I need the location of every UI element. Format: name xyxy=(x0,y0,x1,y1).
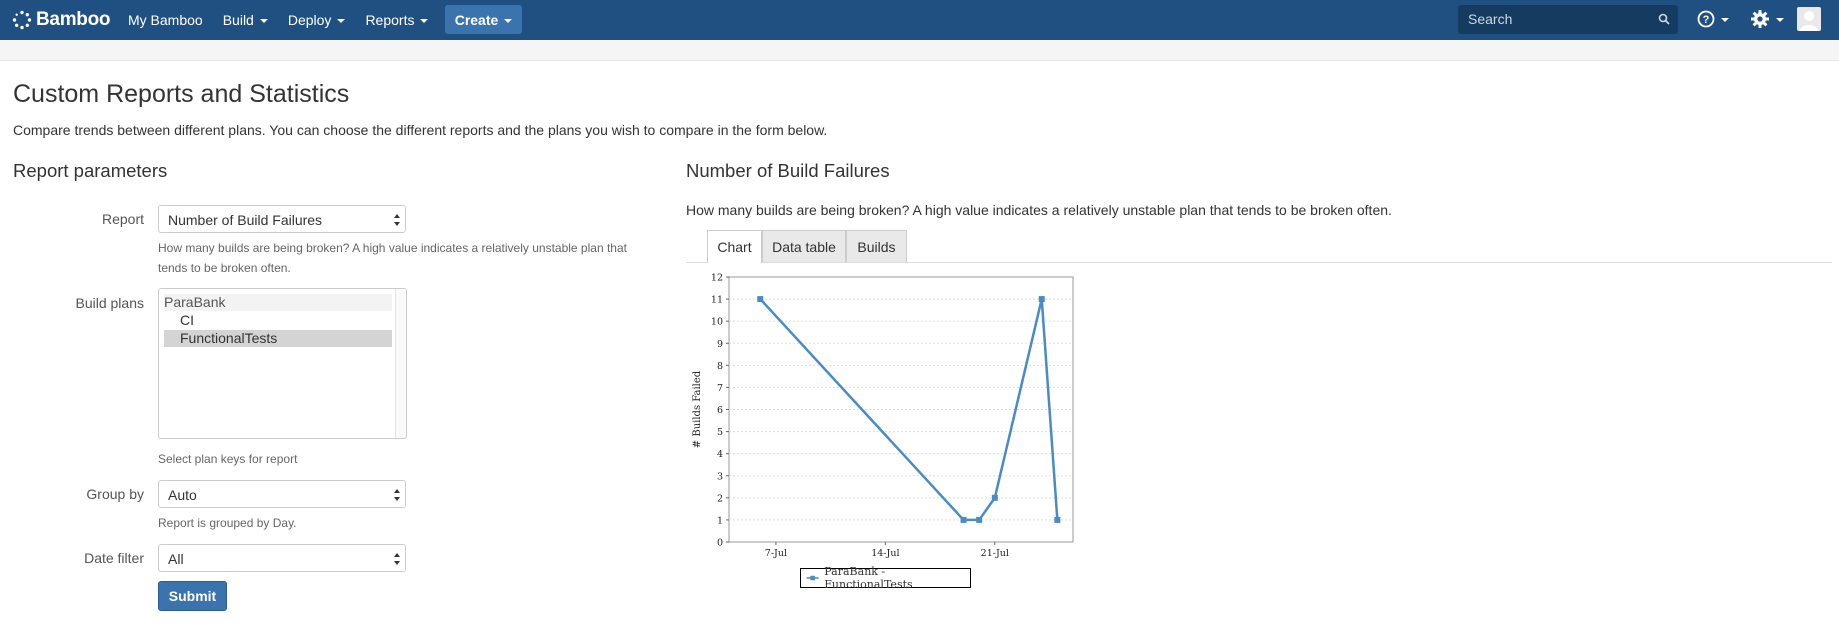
search-icon xyxy=(1658,13,1670,25)
chevron-down-icon xyxy=(420,19,429,23)
select-arrows-icon xyxy=(394,214,400,226)
report-help-text: How many builds are being broken? A high… xyxy=(158,241,627,275)
svg-text:?: ? xyxy=(1703,14,1710,26)
y-tick-label: 10 xyxy=(711,317,723,328)
admin-menu[interactable] xyxy=(1750,9,1784,29)
chevron-down-icon xyxy=(1776,18,1784,22)
y-axis-label: # Builds Failed xyxy=(692,370,703,448)
create-button-label: Create xyxy=(454,11,499,28)
build-plan-group-parabank[interactable]: ParaBank xyxy=(164,294,392,311)
x-tick-label: 21-Jul xyxy=(981,548,1009,559)
nav-build-label: Build xyxy=(222,12,254,28)
y-tick-label: 9 xyxy=(717,339,723,350)
nav-my-bamboo-label: My Bamboo xyxy=(128,12,203,28)
build-plan-option-ci[interactable]: CI xyxy=(164,312,392,329)
group-by-help-text: Report is grouped by Day. xyxy=(158,516,297,530)
create-button[interactable]: Create xyxy=(445,5,522,34)
x-tick-label: 7-Jul xyxy=(765,548,787,559)
nav-reports-label: Reports xyxy=(365,12,415,28)
data-point xyxy=(1054,516,1061,523)
y-tick-label: 3 xyxy=(717,471,723,482)
y-tick-label: 1 xyxy=(717,515,723,526)
group-by-label: Group by xyxy=(86,486,144,502)
report-label: Report xyxy=(101,211,144,227)
date-filter-select[interactable]: All xyxy=(158,544,406,572)
data-point xyxy=(757,296,764,303)
tab-chart[interactable]: Chart xyxy=(707,230,762,263)
nav-reports[interactable]: Reports xyxy=(355,0,438,40)
nav-deploy[interactable]: Deploy xyxy=(278,0,356,40)
data-point xyxy=(991,494,998,501)
search-placeholder: Search xyxy=(1468,11,1513,27)
sub-header-bar xyxy=(0,40,1839,61)
help-menu[interactable]: ? xyxy=(1697,10,1729,28)
y-tick-label: 6 xyxy=(717,405,723,416)
build-plans-listbox[interactable]: ParaBank CI FunctionalTests xyxy=(158,288,407,439)
y-tick-label: 0 xyxy=(717,538,723,549)
y-tick-label: 12 xyxy=(711,273,723,284)
chevron-down-icon xyxy=(504,18,513,23)
main-nav: My Bamboo Build Deploy Reports xyxy=(118,0,438,40)
data-point xyxy=(976,516,983,523)
chart-svg: 01234567891011127-Jul 14-Jul 21-Jul# Build… xyxy=(692,273,1074,559)
legend-series-label: ParaBank - FunctionalTests xyxy=(824,565,913,591)
report-parameters-heading: Report parameters xyxy=(13,160,168,181)
build-plans-help-text: Select plan keys for report xyxy=(158,452,298,466)
y-tick-label: 8 xyxy=(717,361,723,372)
top-navigation-bar: Bamboo My Bamboo Build Deploy Reports Cr… xyxy=(0,0,1839,40)
report-heading: Number of Build Failures xyxy=(686,160,890,181)
legend-swatch xyxy=(806,575,819,581)
y-tick-label: 4 xyxy=(717,449,723,460)
chart-legend: ParaBank - FunctionalTests xyxy=(800,565,971,591)
build-plan-option-functionaltests[interactable]: FunctionalTests xyxy=(164,330,392,347)
nav-deploy-label: Deploy xyxy=(287,12,332,28)
tab-builds-label: Builds xyxy=(857,238,896,255)
report-description: How many builds are being broken? A high… xyxy=(686,202,1392,218)
listbox-scrollbar[interactable] xyxy=(395,289,406,438)
y-tick-label: 7 xyxy=(717,383,723,394)
date-filter-select-value: All xyxy=(168,551,184,567)
bamboo-logo-icon xyxy=(12,10,32,30)
data-point xyxy=(1038,296,1045,303)
avatar[interactable] xyxy=(1797,7,1821,31)
submit-button[interactable]: Submit xyxy=(158,581,227,611)
bamboo-logo[interactable]: Bamboo xyxy=(12,8,111,32)
tab-data-table-label: Data table xyxy=(772,238,836,255)
nav-build[interactable]: Build xyxy=(213,0,278,40)
date-filter-label: Date filter xyxy=(84,550,144,566)
tab-builds[interactable]: Builds xyxy=(846,230,907,262)
y-tick-label: 2 xyxy=(717,493,723,504)
submit-button-label: Submit xyxy=(168,588,217,604)
report-select[interactable]: Number of Build Failures xyxy=(158,205,406,233)
select-arrows-icon xyxy=(394,489,400,501)
brand-name: Bamboo xyxy=(36,9,111,30)
data-point xyxy=(960,516,967,523)
report-select-value: Number of Build Failures xyxy=(168,212,323,228)
user-icon xyxy=(1800,11,1818,31)
tab-data-table[interactable]: Data table xyxy=(762,230,846,262)
group-by-select[interactable]: Auto xyxy=(158,480,406,508)
search-input[interactable]: Search xyxy=(1458,5,1678,34)
build-plans-label: Build plans xyxy=(75,295,145,311)
help-icon: ? xyxy=(1697,10,1715,28)
chevron-down-icon xyxy=(337,19,346,23)
y-tick-label: 11 xyxy=(711,295,723,306)
page-title: Custom Reports and Statistics xyxy=(13,80,350,108)
x-tick-label: 14-Jul xyxy=(871,548,899,559)
page-description: Compare trends between different plans. … xyxy=(13,122,828,138)
chevron-down-icon xyxy=(1721,18,1729,22)
nav-my-bamboo[interactable]: My Bamboo xyxy=(118,0,213,40)
tab-chart-label: Chart xyxy=(717,239,752,255)
gear-icon xyxy=(1751,10,1769,28)
chevron-down-icon xyxy=(259,19,268,23)
tab-divider xyxy=(686,262,1832,263)
build-failures-chart: 0 1 2 3 4 5 6 7 8 9 10 11 12 7-Jul 14-Jul 21-Jul # Build… xyxy=(686,270,1086,595)
y-tick-label: 5 xyxy=(717,427,723,438)
group-by-select-value: Auto xyxy=(168,487,197,503)
select-arrows-icon xyxy=(394,553,400,565)
